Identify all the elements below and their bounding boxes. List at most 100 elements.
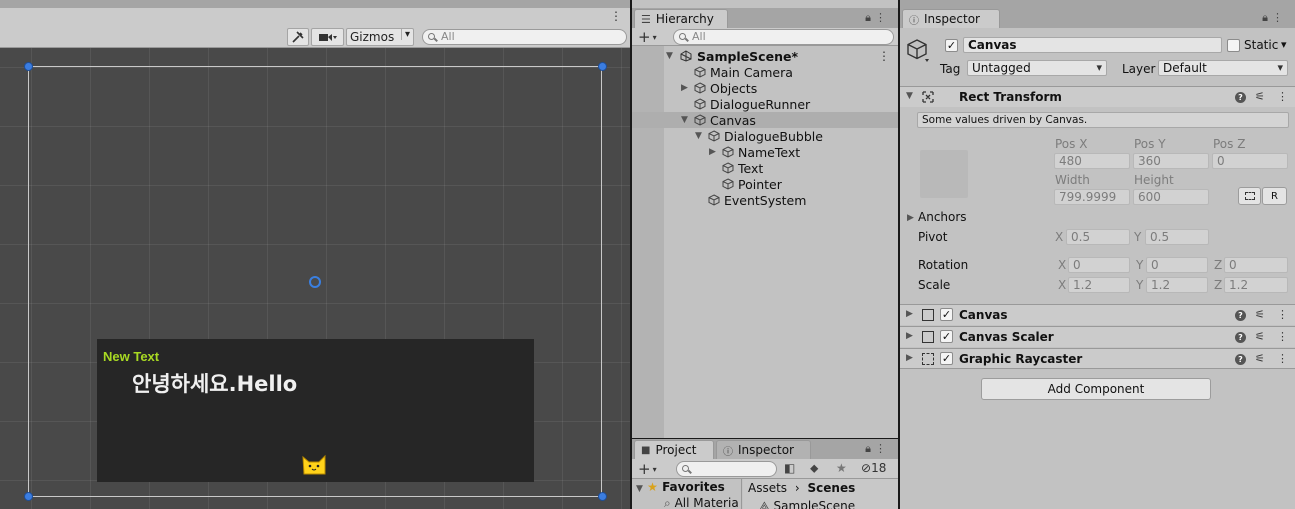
inspector-tab-controls[interactable]: 🔒︎⋮ (1262, 11, 1287, 25)
scene-view[interactable]: ⋮ Gizmos ▾ All New Text 안녕하세요.Hello (0, 0, 630, 509)
more-icon[interactable]: ⋮ (1277, 352, 1288, 365)
component-enabled-checkbox[interactable]: ✓ (940, 308, 953, 321)
tag-dropdown[interactable]: Untagged (967, 60, 1107, 76)
project-tab-controls[interactable]: 🔒︎⋮ (865, 442, 890, 456)
hierarchy-item-objects[interactable]: ▶ Objects (632, 80, 898, 96)
expand-triangle-icon[interactable]: ▼ (906, 91, 913, 101)
tab-hierarchy[interactable]: ☰ Hierarchy (634, 9, 728, 28)
project-search-input[interactable] (676, 461, 777, 477)
scale-y-field[interactable]: 1.2 (1146, 277, 1208, 293)
expand-triangle-icon[interactable]: ▼ (636, 484, 643, 494)
preset-icon[interactable]: ⚟ (1255, 308, 1265, 321)
pos-y-field[interactable]: 360 (1133, 153, 1209, 169)
tools-icon[interactable] (287, 28, 309, 46)
more-icon[interactable]: ⋮ (1272, 11, 1287, 24)
dialogue-bubble[interactable]: New Text 안녕하세요.Hello (97, 339, 534, 482)
hierarchy-item-canvas[interactable]: ▼ Canvas (632, 112, 898, 128)
rect-handle-top-right[interactable] (598, 62, 607, 71)
scale-z-field[interactable]: 1.2 (1224, 277, 1288, 293)
help-icon[interactable]: ? (1235, 352, 1246, 365)
component-canvas-header[interactable]: ▶ ✓ Canvas ? ⚟ ⋮ (900, 304, 1295, 325)
expand-triangle-icon[interactable]: ▶ (907, 213, 914, 223)
rect-handle-bottom-left[interactable] (24, 492, 33, 501)
favorites-row[interactable]: ▼ ★ Favorites (636, 480, 725, 494)
hidden-packages-button[interactable]: ⊘18 (861, 461, 886, 475)
favorites-item[interactable]: ⌕ All Materia (664, 496, 739, 509)
camera-icon[interactable] (311, 28, 344, 46)
more-icon[interactable]: ⋮ (1277, 308, 1288, 321)
help-icon[interactable]: ? (1235, 90, 1246, 103)
component-graphic-raycaster-header[interactable]: ▶ ✓ Graphic Raycaster ? ⚟ ⋮ (900, 348, 1295, 369)
rotation-y-field[interactable]: 0 (1146, 257, 1208, 273)
height-field[interactable]: 600 (1133, 189, 1209, 205)
layer-dropdown[interactable]: Default (1158, 60, 1288, 76)
asset-item-scene[interactable]: ⟁ SampleScene (759, 499, 855, 509)
hierarchy-search-input[interactable]: All (673, 29, 894, 45)
rect-handle-top-left[interactable] (24, 62, 33, 71)
preset-icon[interactable]: ⚟ (1255, 90, 1265, 103)
tab-inspector-secondary[interactable]: ⓘ Inspector (716, 440, 811, 459)
pivot-x-field[interactable]: 0.5 (1066, 229, 1130, 245)
preset-icon[interactable]: ⚟ (1255, 330, 1265, 343)
active-checkbox[interactable]: ✓ (945, 39, 958, 52)
tab-inspector[interactable]: ⓘ Inspector (902, 9, 1000, 28)
lock-icon[interactable]: 🔒︎ (865, 442, 875, 455)
gizmos-dropdown[interactable]: Gizmos ▾ (346, 28, 414, 46)
rotation-z-field[interactable]: 0 (1224, 257, 1288, 273)
expand-triangle-icon[interactable]: ▶ (906, 353, 913, 363)
hierarchy-item-dialogue-bubble[interactable]: ▼ DialogueBubble (632, 128, 898, 144)
rotation-x-field[interactable]: 0 (1068, 257, 1130, 273)
filter-by-label-icon[interactable]: ⬥ (810, 461, 818, 476)
create-button[interactable]: + ▾ (638, 28, 657, 46)
expand-triangle-icon[interactable]: ▼ (681, 115, 688, 125)
pos-z-field[interactable]: 0 (1212, 153, 1288, 169)
hierarchy-item-name-text[interactable]: ▶ NameText (632, 144, 898, 160)
pos-x-field[interactable]: 480 (1054, 153, 1130, 169)
expand-triangle-icon[interactable]: ▶ (709, 147, 716, 157)
component-canvas-scaler-header[interactable]: ▶ ✓ Canvas Scaler ? ⚟ ⋮ (900, 326, 1295, 347)
width-field[interactable]: 799.9999 (1054, 189, 1130, 205)
hierarchy-item-main-camera[interactable]: Main Camera (632, 64, 898, 80)
component-enabled-checkbox[interactable]: ✓ (940, 330, 953, 343)
hierarchy-item-dialogue-runner[interactable]: DialogueRunner (632, 96, 898, 112)
hierarchy-scene-row[interactable]: ▼ SampleScene* ⋮ (632, 48, 898, 64)
lock-icon[interactable]: 🔒︎ (865, 11, 875, 24)
expand-triangle-icon[interactable]: ▶ (906, 309, 913, 319)
raw-edit-button[interactable]: R (1262, 187, 1287, 205)
chevron-down-icon[interactable]: ▾ (1281, 38, 1287, 51)
hierarchy-item-event-system[interactable]: EventSystem (632, 192, 898, 208)
lock-icon[interactable]: 🔒︎ (1262, 11, 1272, 24)
expand-triangle-icon[interactable]: ▼ (666, 51, 673, 61)
preset-icon[interactable]: ⚟ (1255, 352, 1265, 365)
object-name-field[interactable]: Canvas (963, 37, 1222, 53)
help-icon[interactable]: ? (1235, 330, 1246, 343)
blueprint-mode-button[interactable] (1238, 187, 1261, 205)
hierarchy-item-text[interactable]: Text (632, 160, 898, 176)
hierarchy-tab-controls[interactable]: 🔒︎⋮ (865, 11, 890, 25)
tab-project[interactable]: ■ Project (634, 440, 714, 459)
expand-triangle-icon[interactable]: ▶ (681, 83, 688, 93)
favorite-star-icon[interactable]: ★ (836, 461, 847, 475)
anchor-preset-button[interactable] (920, 150, 968, 198)
scale-x-field[interactable]: 1.2 (1068, 277, 1130, 293)
scene-more-icon[interactable]: ⋮ (610, 9, 622, 23)
help-icon[interactable]: ? (1235, 308, 1246, 321)
pivot-handle[interactable] (309, 276, 321, 288)
breadcrumb-scenes[interactable]: Scenes (808, 481, 856, 495)
gameobject-cube-icon[interactable] (906, 38, 930, 64)
add-component-button[interactable]: Add Component (981, 378, 1211, 400)
create-asset-button[interactable]: + ▾ (638, 460, 657, 478)
breadcrumb-assets[interactable]: Assets (748, 481, 787, 495)
scene-search-input[interactable]: All (422, 29, 627, 45)
pivot-y-field[interactable]: 0.5 (1145, 229, 1209, 245)
component-enabled-checkbox[interactable]: ✓ (940, 352, 953, 365)
more-icon[interactable]: ⋮ (1277, 90, 1288, 103)
filter-by-type-icon[interactable]: ◧ (784, 461, 795, 475)
rect-handle-bottom-right[interactable] (598, 492, 607, 501)
more-icon[interactable]: ⋮ (875, 442, 890, 455)
more-icon[interactable]: ⋮ (878, 49, 890, 63)
static-checkbox[interactable] (1227, 39, 1240, 52)
more-icon[interactable]: ⋮ (875, 11, 890, 24)
hierarchy-item-pointer[interactable]: Pointer (632, 176, 898, 192)
rect-transform-header[interactable]: ▼ Rect Transform ? ⚟ ⋮ (900, 86, 1295, 107)
